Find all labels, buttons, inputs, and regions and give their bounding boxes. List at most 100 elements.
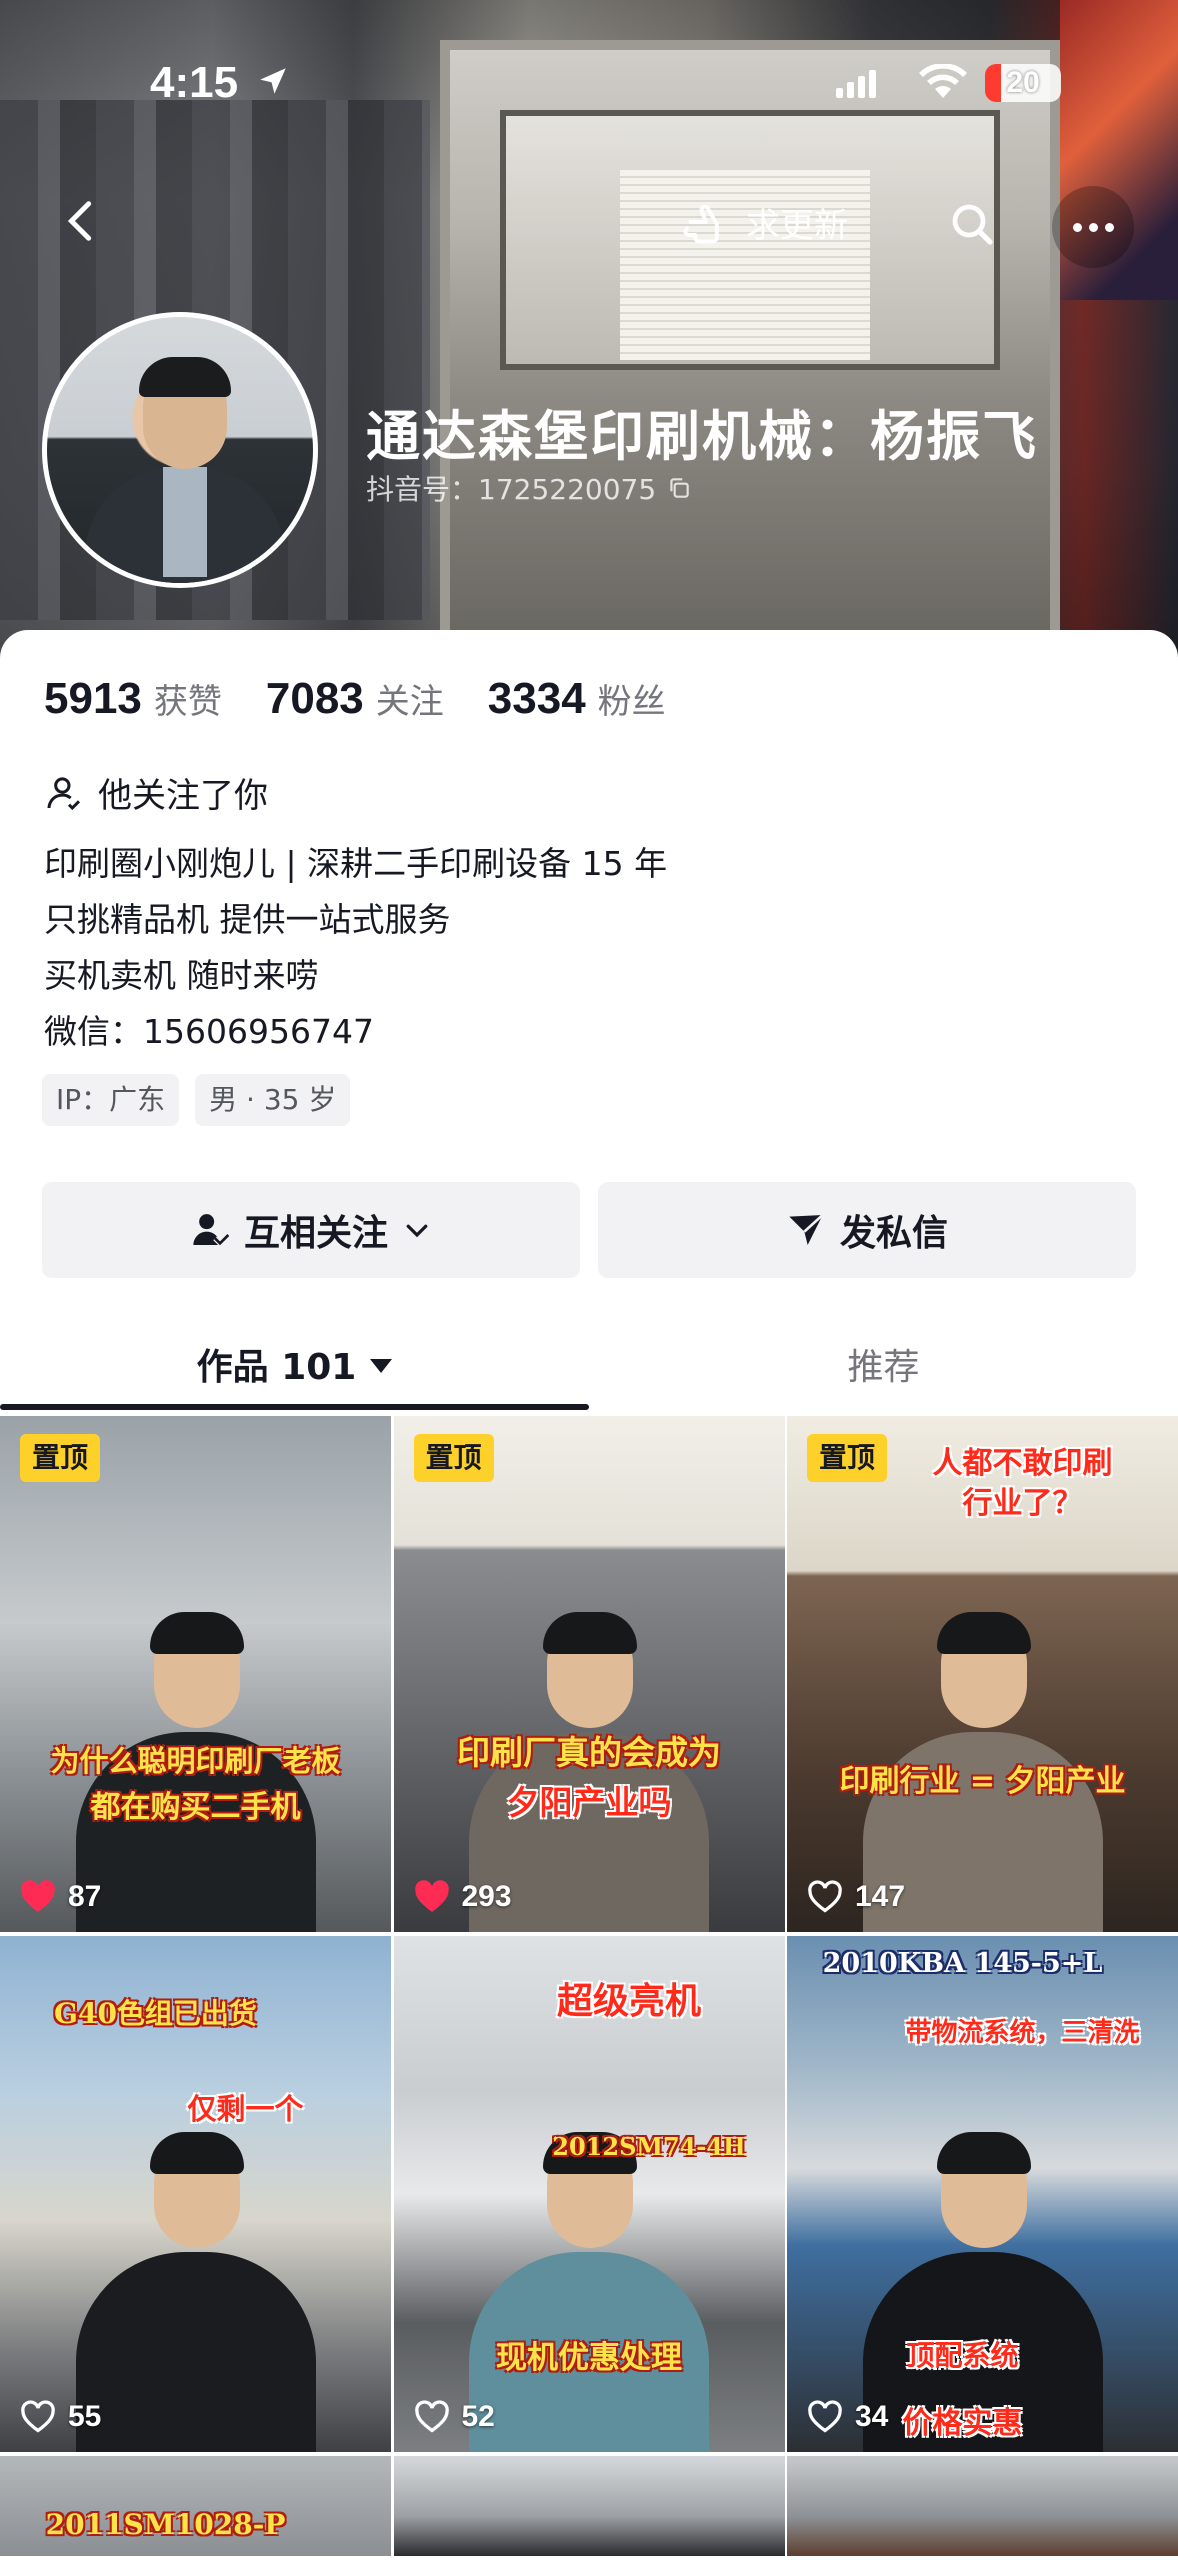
profile-tags: IP：广东 男 · 35 岁 — [42, 1074, 351, 1126]
stats-row: 5913 获赞 7083 关注 3334 粉丝 — [44, 674, 710, 724]
video-tile[interactable]: G40色组已出货 仅剩一个 55 — [0, 1936, 391, 2452]
like-count-value: 293 — [461, 1880, 512, 1913]
like-count-value: 87 — [68, 1880, 102, 1913]
stat-followers[interactable]: 3334 粉丝 — [488, 674, 666, 724]
like-count-value: 52 — [461, 2400, 495, 2433]
bio-line: 印刷圈小刚炮儿 | 深耕二手印刷设备 15 年 — [44, 844, 668, 883]
send-message-button[interactable]: 发私信 — [598, 1182, 1136, 1278]
like-count: 55 — [20, 2400, 101, 2434]
status-time: 4:15 — [150, 58, 239, 107]
video-thumbnail — [393, 2456, 785, 2556]
send-message-label: 发私信 — [839, 1213, 948, 1254]
stat-label: 关注 — [375, 682, 444, 722]
content-tabs: 作品 101 推荐 — [0, 1316, 1178, 1412]
presenter-figure — [75, 2122, 316, 2452]
battery-indicator: 20 — [985, 64, 1061, 102]
heart-outline-icon — [414, 2400, 449, 2433]
video-tile[interactable]: 置顶 为什么聪明印刷厂老板 都在购买二手机 87 — [0, 1416, 391, 1932]
like-count-value: 55 — [68, 2400, 102, 2433]
more-options-button[interactable] — [1052, 186, 1134, 268]
video-caption: 2012SM74-4H — [552, 2132, 746, 2161]
like-count: 34 — [807, 2400, 888, 2434]
video-caption: 都在购买二手机 — [90, 1790, 301, 1825]
mutual-follow-icon — [193, 1214, 230, 1247]
like-count: 52 — [414, 2400, 495, 2434]
video-tile[interactable]: 2011SM1028-P — [0, 2456, 391, 2556]
stat-label: 粉丝 — [597, 682, 666, 722]
back-arrow-icon[interactable] — [58, 198, 104, 244]
tab-active-indicator — [0, 1404, 589, 1410]
bio-line: 买机卖机 随时来唠 — [44, 956, 319, 995]
profile-cover: 4:15 20 求更新 通达森堡印刷机械：杨振飞 抖音号：1725220075 — [0, 0, 1178, 660]
tab-works-label: 作品 101 — [196, 1347, 357, 1388]
like-count-value: 34 — [855, 2400, 889, 2433]
request-update-button[interactable]: 求更新 — [680, 192, 848, 252]
video-caption: 2010KBA 145-5+L — [822, 1948, 1103, 1979]
video-caption: 印刷厂真的会成为 — [457, 1733, 721, 1772]
like-count-value: 147 — [855, 1880, 906, 1913]
stat-value: 7083 — [265, 674, 364, 723]
stat-likes[interactable]: 5913 获赞 — [44, 674, 222, 724]
person-icon — [47, 776, 81, 810]
pinned-badge: 置顶 — [20, 1434, 101, 1482]
chevron-down-icon — [406, 1224, 428, 1238]
video-grid: 置顶 为什么聪明印刷厂老板 都在购买二手机 87 置顶 印刷厂真的会成为 夕阳产… — [0, 1416, 1178, 2556]
follows-you-note: 他关注了你 — [44, 768, 268, 817]
pointing-hand-icon — [683, 204, 719, 244]
douyin-id-row: 抖音号：1725220075 — [366, 468, 692, 508]
presenter-figure — [469, 2122, 709, 2452]
pinned-badge: 置顶 — [413, 1434, 494, 1482]
heart-filled-icon — [21, 1880, 55, 1912]
video-tile[interactable] — [787, 2456, 1178, 2556]
bio-line: 只挑精品机 提供一站式服务 — [44, 900, 451, 939]
profile-card: 5913 获赞 7083 关注 3334 粉丝 他关注了你 印刷圈小刚炮儿 | … — [0, 630, 1178, 2560]
video-thumbnail — [787, 2456, 1178, 2556]
video-caption: 为什么聪明印刷厂老板 — [50, 1744, 341, 1778]
video-caption: 顶配系统 — [906, 2339, 1019, 2372]
caret-down-icon — [370, 1359, 393, 1373]
video-caption: 行业了？ — [962, 1486, 1083, 1521]
video-thumbnail — [0, 2456, 391, 2556]
cell-signal-icon — [836, 70, 880, 98]
video-tile[interactable]: 置顶 印刷厂真的会成为 夕阳产业吗 293 — [393, 1416, 785, 1932]
video-caption: 现机优惠处理 — [496, 2340, 682, 2376]
heart-outline-icon — [21, 2400, 55, 2433]
gender-age-tag: 男 · 35 岁 — [195, 1074, 351, 1126]
tab-recommend-label: 推荐 — [847, 1347, 920, 1388]
douyin-id: 抖音号：1725220075 — [366, 473, 657, 506]
ip-location-tag: IP：广东 — [42, 1074, 180, 1126]
video-caption: 超级亮机 — [556, 1980, 701, 2022]
video-caption: 仅剩一个 — [187, 2092, 304, 2126]
heart-outline-icon — [808, 1880, 842, 1913]
video-tile[interactable]: 2010KBA 145-5+L 带物流系统，三清洗 顶配系统 价格实惠 34 — [787, 1936, 1178, 2452]
video-caption: 人都不敢印刷 — [932, 1446, 1113, 1481]
like-count: 147 — [807, 1880, 905, 1914]
follows-you-label: 他关注了你 — [98, 776, 268, 816]
avatar[interactable] — [42, 312, 318, 588]
copy-icon[interactable] — [666, 475, 692, 501]
stat-label: 获赞 — [153, 682, 222, 722]
location-arrow-icon — [260, 68, 286, 94]
video-tile[interactable]: 置顶 人都不敢印刷 行业了？ 印刷行业 = 夕阳产业 147 — [787, 1416, 1178, 1932]
stat-value: 3334 — [487, 674, 586, 723]
send-icon — [789, 1214, 824, 1245]
heart-filled-icon — [414, 1880, 449, 1912]
tab-recommend[interactable]: 推荐 — [589, 1316, 1178, 1412]
profile-bio: 印刷圈小刚炮儿 | 深耕二手印刷设备 15 年 只挑精品机 提供一站式服务 买机… — [44, 836, 667, 1060]
profile-actions: 互相关注 发私信 — [42, 1182, 1136, 1278]
wifi-icon — [919, 64, 967, 98]
video-tile[interactable] — [393, 2456, 785, 2556]
mutual-follow-label: 互相关注 — [243, 1213, 388, 1254]
video-tile[interactable]: 超级亮机 2012SM74-4H 现机优惠处理 52 — [393, 1936, 785, 2452]
heart-outline-icon — [808, 2400, 842, 2433]
tab-works[interactable]: 作品 101 — [0, 1316, 589, 1412]
request-update-label: 求更新 — [746, 205, 848, 246]
profile-nickname: 通达森堡印刷机械：杨振飞 — [366, 405, 1038, 468]
stat-following[interactable]: 7083 关注 — [266, 674, 444, 724]
stat-value: 5913 — [44, 674, 142, 723]
search-icon[interactable] — [948, 200, 996, 248]
battery-level: 20 — [1006, 66, 1040, 99]
mutual-follow-button[interactable]: 互相关注 — [42, 1182, 580, 1278]
video-caption: G40色组已出货 — [54, 1997, 257, 2030]
video-caption: 印刷行业 = 夕阳产业 — [839, 1764, 1126, 1799]
